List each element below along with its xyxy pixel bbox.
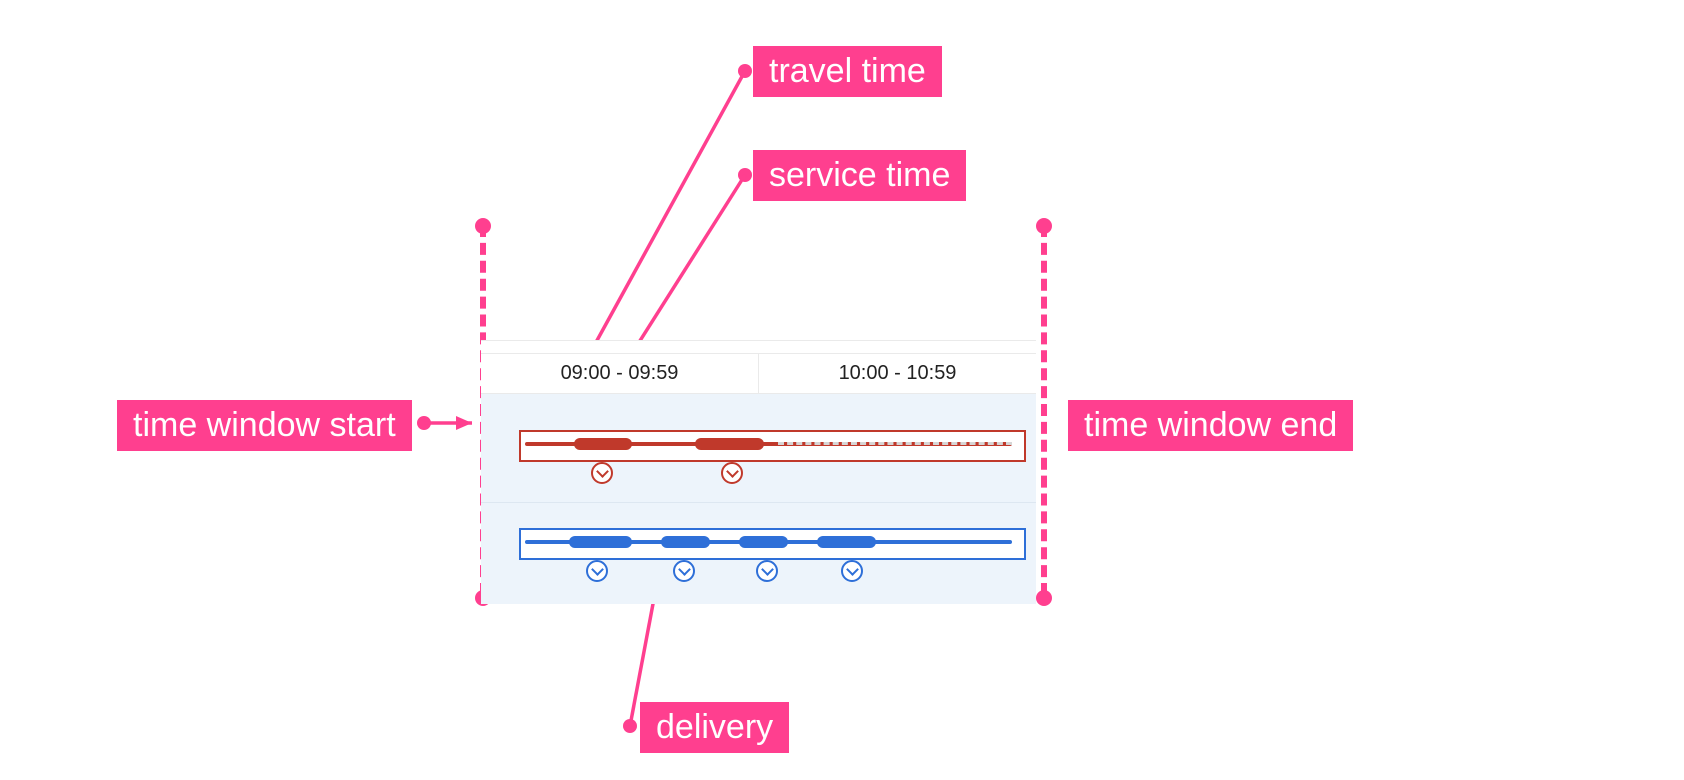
service-segment: [661, 536, 710, 548]
delivery-stop-icon: [721, 462, 743, 484]
timeline-header-col2: 10:00 - 10:59: [758, 354, 1036, 394]
timeline-header-col1: 09:00 - 09:59: [481, 354, 758, 394]
idle-segment: [778, 442, 1012, 449]
delivery-stop-icon: [591, 462, 613, 484]
route-track-red: [525, 442, 1012, 446]
timeline-panel: 09:00 - 09:59 10:00 - 10:59: [481, 340, 1036, 604]
service-segment: [574, 438, 632, 450]
service-segment: [569, 536, 632, 548]
route-track-blue: [525, 540, 1012, 544]
service-segment: [817, 536, 875, 548]
delivery-stop-icon: [841, 560, 863, 582]
delivery-stop-icon: [586, 560, 608, 582]
timeline-body: [481, 394, 1036, 604]
delivery-stop-icon: [673, 560, 695, 582]
delivery-stop-icon: [756, 560, 778, 582]
service-segment: [695, 438, 763, 450]
timeline-header: 09:00 - 09:59 10:00 - 10:59: [481, 354, 1036, 394]
service-segment: [739, 536, 788, 548]
diagram-stage: { "labels": { "travel_time": "travel tim…: [0, 0, 1684, 780]
row-divider: [481, 502, 1036, 503]
